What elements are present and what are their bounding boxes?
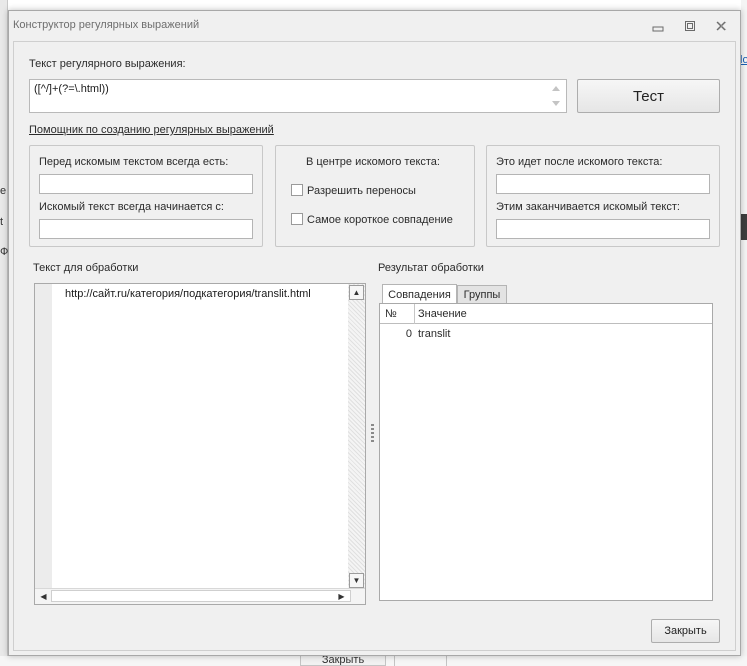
background-link[interactable]: lo	[740, 54, 747, 66]
background-frag-e: e	[0, 185, 7, 197]
after-text-input[interactable]	[496, 174, 710, 194]
close-button[interactable]: Закрыть	[651, 619, 720, 643]
column-separator	[414, 304, 415, 324]
result-label: Результат обработки	[378, 262, 484, 274]
splitter-handle[interactable]	[371, 424, 374, 442]
background-divider	[446, 656, 447, 666]
close-icon	[716, 21, 727, 31]
test-button[interactable]: Тест	[577, 79, 720, 113]
background-divider	[394, 656, 395, 666]
results-table-header: № Значение	[380, 304, 712, 324]
input-text-area[interactable]: http://сайт.ru/категория/подкатегория/tr…	[34, 283, 366, 605]
column-value[interactable]: Значение	[418, 308, 467, 320]
background-dark-bar	[741, 214, 747, 240]
ends-with-label: Этим заканчивается искомый текст:	[496, 201, 680, 213]
tab-matches[interactable]: Совпадения	[382, 284, 457, 304]
vertical-scrollbar[interactable]: ▲ ▼	[348, 284, 365, 589]
close-button-label: Закрыть	[664, 625, 707, 637]
minimize-icon	[652, 26, 664, 32]
regex-value: ([^/]+(?=\.html))	[34, 83, 109, 95]
center-text-label: В центре искомого текста:	[306, 156, 440, 168]
results-table: № Значение 0 translit	[379, 303, 713, 601]
test-button-label: Тест	[632, 87, 665, 105]
regex-input[interactable]: ([^/]+(?=\.html))	[29, 79, 567, 113]
starts-with-input[interactable]	[39, 219, 253, 239]
restore-icon	[685, 21, 695, 31]
background-app-strip	[0, 0, 8, 666]
helper-link[interactable]: Помощник по созданию регулярных выражени…	[29, 124, 274, 136]
background-right-strip	[741, 0, 747, 666]
ends-with-input[interactable]	[496, 219, 710, 239]
maximize-button[interactable]	[681, 18, 699, 34]
column-number[interactable]: №	[385, 308, 397, 320]
table-row[interactable]: 0 translit	[380, 326, 712, 344]
scroll-down-icon[interactable]	[552, 101, 560, 106]
row-number: 0	[405, 328, 412, 340]
scroll-left-button[interactable]: ◀	[36, 589, 51, 604]
before-text-input[interactable]	[39, 174, 253, 194]
background-close-label: Закрыть	[321, 654, 365, 666]
tab-matches-label: Совпадения	[388, 288, 451, 301]
background-frag-t: t	[0, 216, 4, 228]
after-text-group: Это идет после искомого текста: Этим зак…	[486, 145, 720, 247]
scroll-right-button[interactable]: ▶	[334, 589, 349, 604]
center-text-group: В центре искомого текста: Разрешить пере…	[275, 145, 475, 247]
before-text-label: Перед искомым текстом всегда есть:	[39, 156, 229, 168]
after-text-label: Это идет после искомого текста:	[496, 156, 663, 168]
regex-builder-window: Конструктор регулярных выражений Текст р…	[8, 10, 741, 656]
input-text-value: http://сайт.ru/категория/подкатегория/tr…	[65, 288, 311, 300]
close-window-button[interactable]	[712, 18, 730, 34]
tab-groups[interactable]: Группы	[457, 285, 507, 304]
horizontal-scrollbar[interactable]: ◀ ▶	[35, 588, 365, 604]
shortest-match-checkbox[interactable]	[291, 213, 303, 225]
before-text-group: Перед искомым текстом всегда есть: Иском…	[29, 145, 263, 247]
input-text-label: Текст для обработки	[33, 262, 139, 274]
shortest-match-label[interactable]: Самое короткое совпадение	[307, 214, 453, 226]
line-gutter	[35, 284, 52, 589]
tab-groups-label: Группы	[463, 289, 501, 301]
starts-with-label: Искомый текст всегда начинается с:	[39, 201, 224, 213]
regex-label: Текст регулярного выражения:	[29, 58, 186, 70]
window-title: Конструктор регулярных выражений	[13, 19, 200, 31]
allow-wrap-checkbox[interactable]	[291, 184, 303, 196]
scroll-up-button[interactable]: ▲	[349, 285, 364, 300]
allow-wrap-label[interactable]: Разрешить переносы	[307, 185, 416, 197]
scroll-down-button[interactable]: ▼	[349, 573, 364, 588]
minimize-button[interactable]	[649, 18, 667, 34]
scroll-up-icon[interactable]	[552, 86, 560, 91]
row-value: translit	[418, 328, 451, 340]
title-bar[interactable]: Конструктор регулярных выражений	[9, 11, 740, 41]
scroll-thumb[interactable]	[51, 590, 351, 602]
